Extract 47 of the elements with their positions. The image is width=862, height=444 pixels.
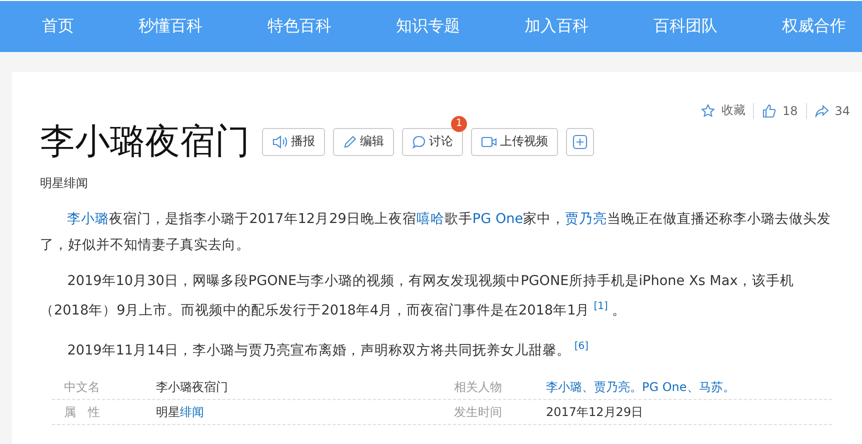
share-icon (814, 104, 829, 118)
nav-link[interactable]: 秒懂百科 (138, 16, 203, 37)
nav-link[interactable]: 知识专题 (396, 16, 460, 37)
text-link[interactable]: 李小璐 (67, 211, 110, 227)
nav-link[interactable]: 百科团队 (653, 16, 718, 37)
tool-button[interactable]: 上传视频 (471, 128, 558, 156)
favorite-link[interactable]: 收藏 (701, 102, 746, 119)
info-label: 中文名 (63, 378, 101, 396)
video-camera-icon (481, 134, 497, 148)
text-link[interactable]: 嘻哈 (416, 211, 444, 227)
nav-link[interactable]: 权威合作 (782, 16, 846, 37)
text-link[interactable]: 贾乃亮 (565, 211, 608, 227)
star-icon (701, 104, 716, 118)
category-label: 明星绯闻 (40, 175, 89, 192)
info-label: 属 性 (63, 404, 101, 421)
nav-link[interactable]: 特色百科 (267, 16, 332, 37)
tool-button[interactable]: 讨论 (402, 128, 463, 156)
info-label: 相关人物 (453, 378, 503, 396)
nav-link[interactable]: 首页 (42, 16, 74, 37)
info-value: 李小璐夜宿门 (156, 380, 228, 394)
text-link[interactable]: 绯闻 (180, 404, 204, 419)
speaker-icon (272, 134, 288, 148)
paragraph: 2019年10月30日，网曝多段PGONE与李小璐的视频，有网友发现视频中PGONE所持手机是iPhone Xs Max，该手机（2018年）9月上市。而视频中的配乐发行于2018年4月，而夜宿门事件是在2018年1月 $^{[1]}$ 。 (40, 272, 795, 321)
chat-bubble-icon (412, 134, 426, 148)
like-count: 18 (782, 104, 798, 118)
plus-icon (572, 134, 588, 150)
article-title: 李小璐夜宿门 (40, 121, 250, 164)
share-count: 34 (834, 104, 850, 118)
add-button[interactable] (566, 128, 594, 156)
reference-link[interactable]: [1] (594, 301, 608, 312)
text-link[interactable]: 李小璐、贾乃亮。PG One、马苏。 (546, 380, 735, 394)
nav-link[interactable]: 加入百科 (524, 16, 589, 37)
notification-badge: 1 (451, 116, 467, 132)
pencil-icon (343, 134, 357, 148)
paragraph: 李小璐夜宿门，是指李小璐于2017年12月29日晚上夜宿嘻哈歌手PG One家中，贾乃亮当晚正在做直播还称李小璐去做头发了，好似并不知情妻子真实去向。 (40, 210, 832, 255)
info-value: 2017年12月29日 (546, 404, 644, 419)
paragraph: 2019年11月14日，李小璐与贾乃亮宣布离婚，声明称双方将共同抚养女儿甜馨。 $^{[6]}$ (66, 340, 590, 360)
share-button[interactable]: 34 (814, 104, 850, 118)
reference-link[interactable]: [6] (574, 340, 589, 352)
text-link[interactable]: PG One (472, 211, 524, 227)
favorite-label: 收藏 (721, 102, 746, 119)
like-button[interactable]: 18 (762, 104, 798, 118)
thumbs-up-icon (762, 104, 776, 118)
tool-button[interactable]: 编辑 (333, 128, 394, 156)
info-label: 发生时间 (453, 404, 503, 421)
info-value: 明星 (156, 404, 180, 419)
tool-button[interactable]: 播报 (262, 128, 325, 156)
